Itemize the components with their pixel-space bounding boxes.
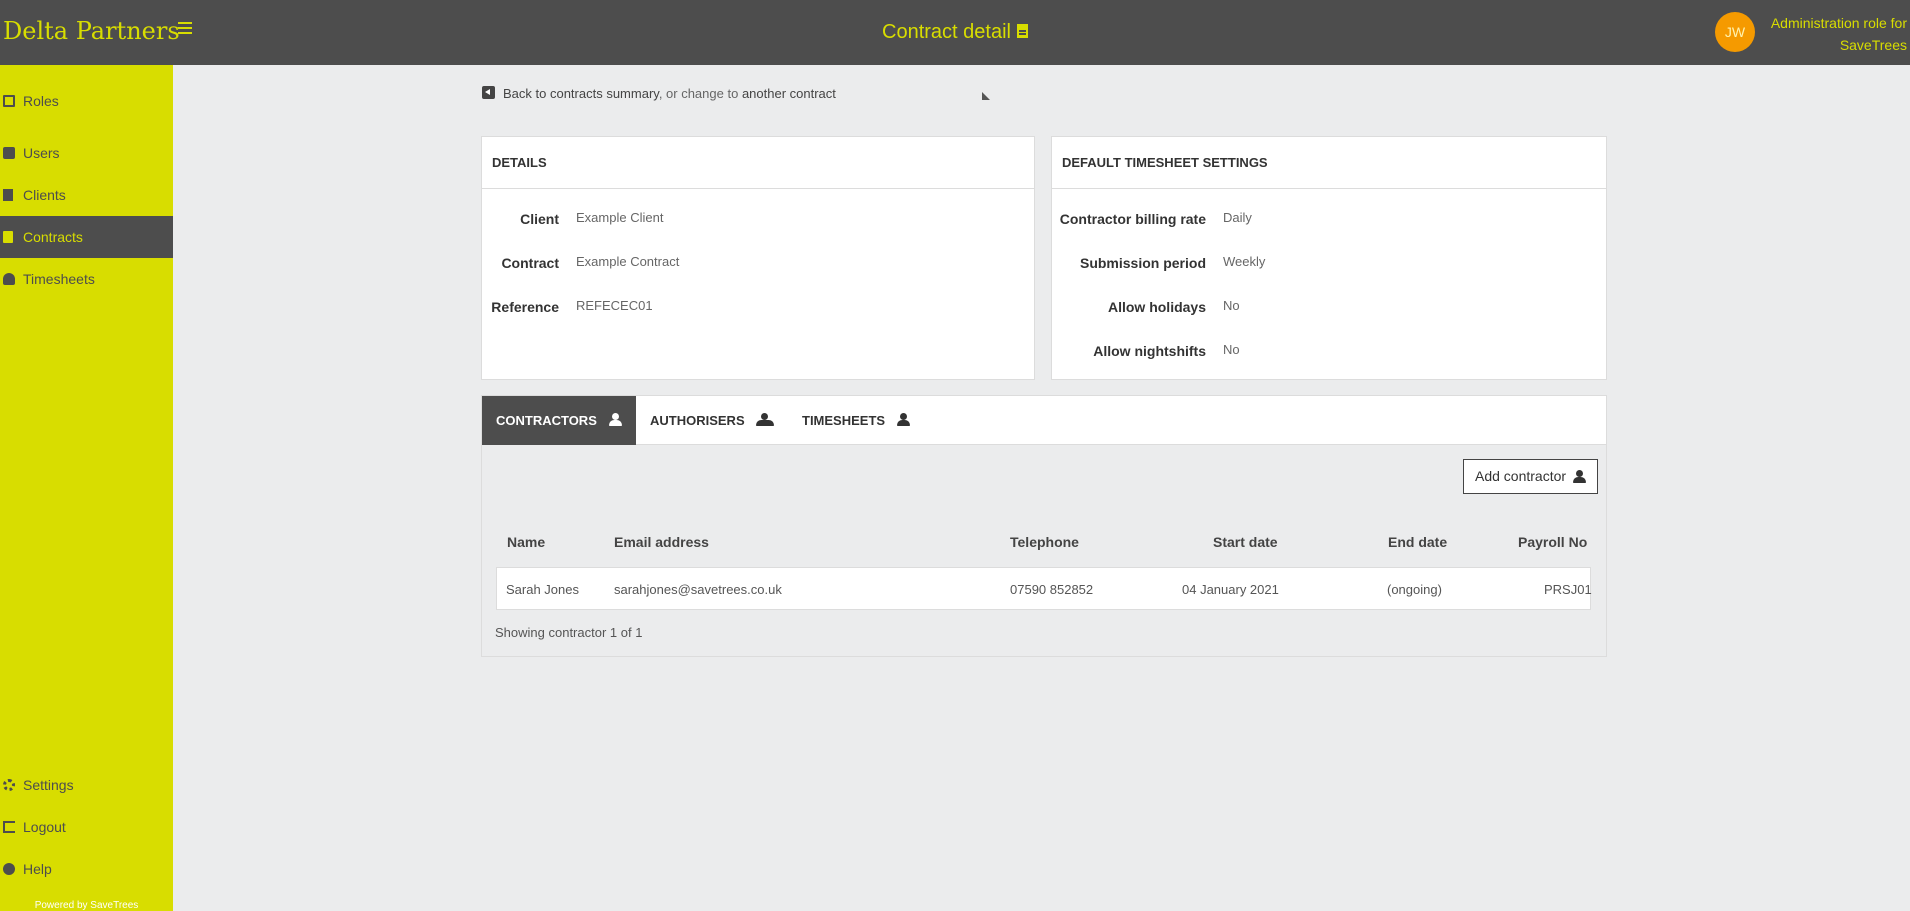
reference-value: REFECEC01: [576, 298, 653, 313]
user-clock-icon: [3, 273, 15, 285]
cell-name[interactable]: Sarah Jones: [506, 582, 579, 597]
timesheet-settings-panel: DEFAULT TIMESHEET SETTINGS Contractor bi…: [1051, 136, 1607, 380]
user-icon: [1573, 470, 1586, 483]
cell-telephone: 07590 852852: [1010, 582, 1094, 597]
sidebar-item-label: Clients: [23, 187, 66, 203]
submission-period-value: Weekly: [1223, 254, 1266, 269]
role-line-2: SaveTrees: [1839, 37, 1907, 53]
timesheet-settings-title: DEFAULT TIMESHEET SETTINGS: [1052, 137, 1606, 189]
back-to-contracts-link[interactable]: Back to contracts summary: [503, 86, 659, 101]
column-header-email[interactable]: Email address: [614, 534, 709, 550]
role-indicator[interactable]: Administration role for SaveTrees: [1737, 12, 1907, 56]
breadcrumb-separator: , or change to: [658, 86, 739, 101]
cell-start-date: 04 January 2021: [1182, 582, 1279, 597]
column-header-start-date[interactable]: Start date: [1213, 534, 1278, 550]
sidebar-item-label: Users: [23, 145, 60, 161]
column-header-telephone[interactable]: Telephone: [1010, 534, 1079, 550]
sidebar-item-users[interactable]: Users: [0, 132, 173, 174]
caret-left-icon[interactable]: [482, 86, 495, 99]
billing-rate-label: Contractor billing rate: [1059, 211, 1206, 227]
sign-out-icon: [3, 821, 15, 833]
users-icon: [756, 413, 775, 426]
sidebar-item-help[interactable]: Help: [0, 848, 173, 890]
address-book-icon: [3, 147, 15, 159]
role-line-1: Administration role for: [1770, 15, 1907, 31]
add-contractor-button[interactable]: Add contractor: [1463, 459, 1598, 494]
contract-value: Example Contract: [576, 254, 680, 269]
details-panel: DETAILS Client Example Client Contract E…: [481, 136, 1035, 380]
gear-icon: [3, 779, 15, 791]
details-title: DETAILS: [482, 137, 1034, 189]
column-header-end-date[interactable]: End date: [1388, 534, 1447, 550]
sidebar-item-clients[interactable]: Clients: [0, 174, 173, 216]
contract-tabs: CONTRACTORS AUTHORISERS TIMESHEETS: [481, 395, 1607, 445]
client-label: Client: [520, 211, 559, 227]
page-title: Contract detail: [0, 21, 1910, 44]
allow-holidays-label: Allow holidays: [1107, 299, 1206, 315]
submission-period-label: Submission period: [1079, 255, 1206, 271]
building-icon: [3, 189, 13, 201]
sidebar-item-label: Roles: [23, 93, 59, 109]
billing-rate-value: Daily: [1223, 210, 1252, 225]
sidebar-item-label: Logout: [23, 819, 66, 835]
sidebar-item-label: Help: [23, 861, 52, 877]
breadcrumb: Back to contracts summary, or change to …: [482, 86, 836, 101]
tab-contractors[interactable]: CONTRACTORS: [482, 396, 636, 445]
result-count: Showing contractor 1 of 1: [495, 625, 643, 640]
cell-email[interactable]: sarahjones@savetrees.co.uk: [614, 582, 782, 597]
column-header-name[interactable]: Name: [507, 534, 545, 550]
sidebar-item-settings[interactable]: Settings: [0, 764, 173, 806]
tab-label: AUTHORISERS: [650, 413, 745, 428]
document-icon: [3, 231, 13, 243]
sidebar-item-contracts[interactable]: Contracts: [0, 216, 173, 258]
mouse-cursor-icon: [982, 92, 990, 100]
reference-label: Reference: [491, 299, 559, 315]
powered-by: Powered by SaveTrees: [34, 900, 139, 911]
top-bar: Delta Partners Contract detail JW Admini…: [0, 0, 1910, 65]
contract-label: Contract: [501, 255, 559, 271]
user-icon: [608, 413, 622, 426]
allow-holidays-value: No: [1223, 298, 1240, 313]
client-value: Example Client: [576, 210, 664, 225]
tab-label: CONTRACTORS: [496, 413, 597, 428]
tab-authorisers[interactable]: AUTHORISERS: [636, 396, 788, 445]
sidebar-item-label: Timesheets: [23, 271, 95, 287]
sidebar: Roles Users Clients Contracts Timesheets…: [0, 65, 173, 911]
sidebar-item-label: Contracts: [23, 229, 83, 245]
allow-nightshifts-label: Allow nightshifts: [1093, 343, 1206, 359]
add-contractor-label: Add contractor: [1475, 468, 1567, 484]
document-icon: [1016, 24, 1028, 38]
contractors-tab-panel: [481, 444, 1607, 657]
sidebar-item-timesheets[interactable]: Timesheets: [0, 258, 173, 300]
tab-timesheets[interactable]: TIMESHEETS: [788, 396, 927, 445]
id-card-icon: [3, 95, 15, 107]
change-contract-link[interactable]: another contract: [742, 86, 836, 101]
question-circle-icon: [3, 863, 15, 875]
column-header-payroll-no[interactable]: Payroll No: [1518, 534, 1587, 550]
cell-payroll-no: PRSJ01: [1544, 582, 1592, 597]
user-clock-icon: [896, 413, 913, 426]
sidebar-item-roles[interactable]: Roles: [0, 80, 173, 122]
cell-end-date: (ongoing): [1387, 582, 1442, 597]
allow-nightshifts-value: No: [1223, 342, 1240, 357]
sidebar-item-logout[interactable]: Logout: [0, 806, 173, 848]
page-title-text: Contract detail: [882, 21, 1011, 43]
tab-label: TIMESHEETS: [802, 413, 886, 428]
sidebar-item-label: Settings: [23, 777, 74, 793]
